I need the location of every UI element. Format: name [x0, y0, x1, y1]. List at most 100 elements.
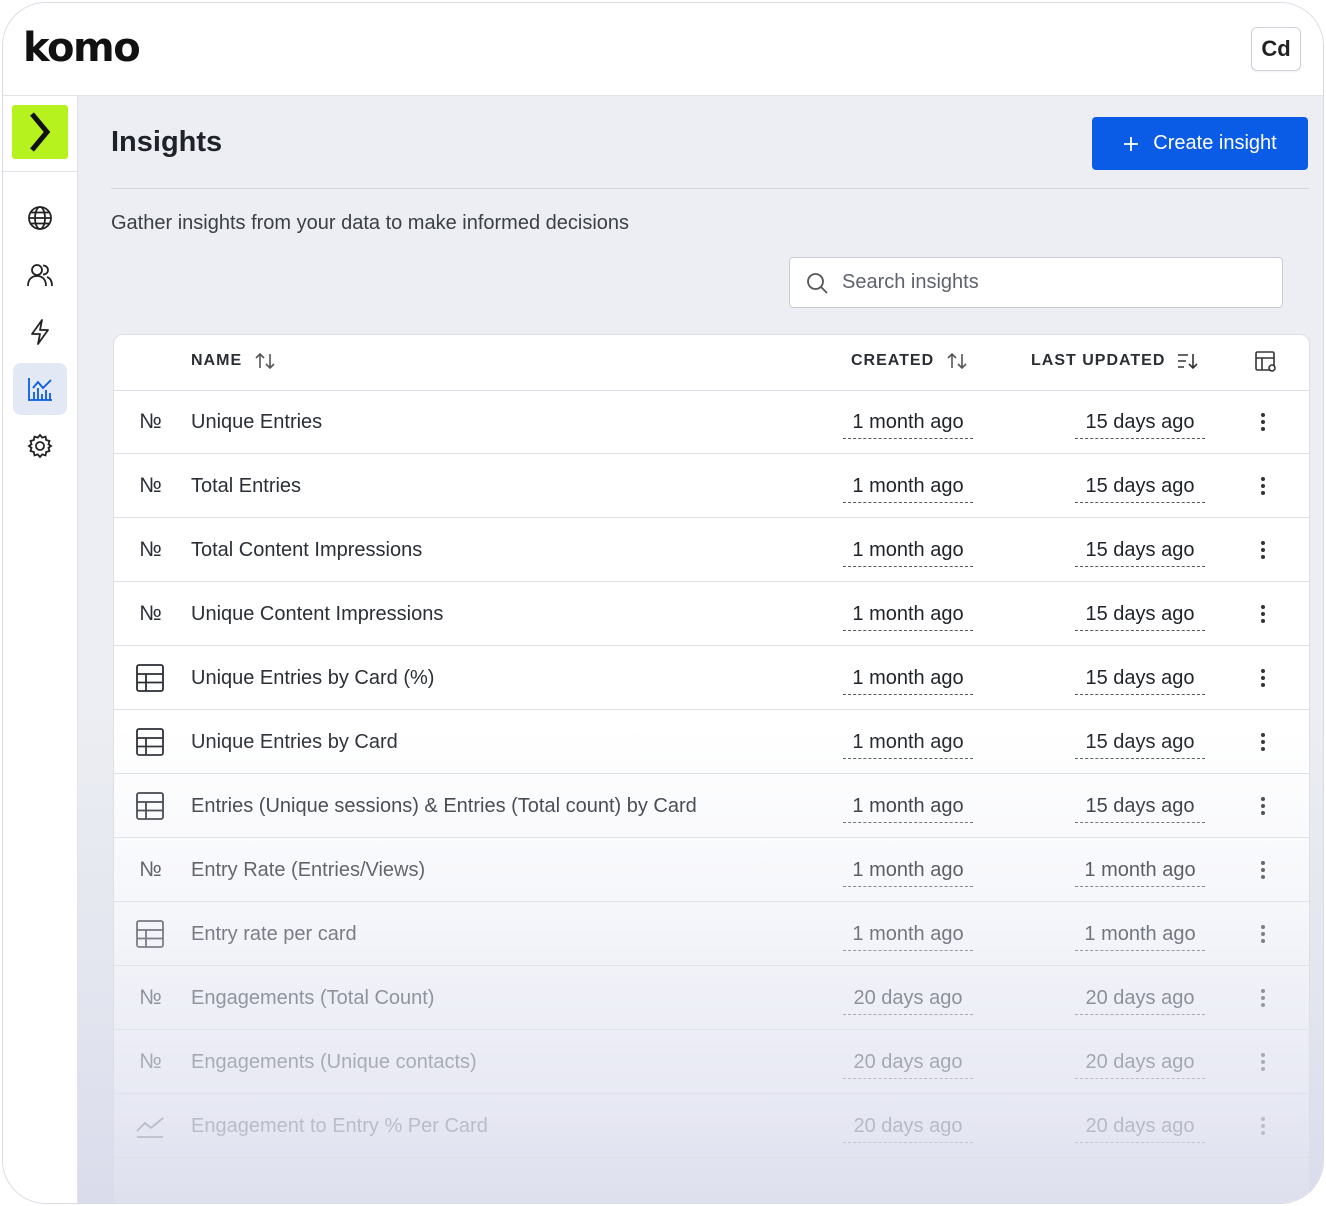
more-options-icon[interactable] [1252, 922, 1274, 946]
sidebar-item-insights[interactable] [13, 363, 67, 415]
insight-type: № [134, 984, 166, 1012]
last-updated-date: 1 month ago [1075, 923, 1205, 951]
insight-name[interactable]: Total Entries [191, 475, 301, 498]
more-options-icon[interactable] [1252, 410, 1274, 434]
last-updated-date: 15 days ago [1075, 539, 1205, 567]
more-options-icon[interactable] [1252, 666, 1274, 690]
sort-icon[interactable] [946, 352, 968, 370]
table-type-icon [135, 727, 165, 757]
created-date: 1 month ago [843, 603, 973, 631]
sidebar-item-contacts[interactable] [13, 249, 67, 301]
last-updated-date: 20 days ago [1075, 1115, 1205, 1143]
insight-name[interactable]: Total Content Impressions [191, 539, 422, 562]
komo-logo[interactable]: komo [23, 25, 141, 71]
table-row[interactable]: Entries (Unique sessions) & Entries (Tot… [114, 774, 1309, 838]
number-type-icon: № [139, 538, 162, 561]
more-options-icon[interactable] [1252, 858, 1274, 882]
title-divider [111, 188, 1309, 189]
search-icon [806, 272, 828, 294]
table-row[interactable]: № Total Entries 1 month ago 15 days ago [114, 454, 1309, 518]
insight-name[interactable]: Engagements (Unique contacts) [191, 1051, 477, 1074]
table-row[interactable]: Unique Entries by Card (%) 1 month ago 15 … [114, 646, 1309, 710]
search-input[interactable] [840, 270, 1264, 295]
gear-icon [27, 433, 53, 459]
page-title: Insights [111, 126, 223, 158]
created-date: 20 days ago [843, 1115, 973, 1143]
created-date: 1 month ago [843, 731, 973, 759]
more-options-icon[interactable] [1252, 986, 1274, 1010]
insight-type: № [134, 472, 166, 500]
user-avatar[interactable]: Cd [1251, 27, 1301, 71]
table-type-icon [135, 663, 165, 693]
insight-name[interactable]: Entry rate per card [191, 923, 357, 946]
number-type-icon: № [139, 410, 162, 433]
insight-type [134, 728, 166, 756]
column-header-name[interactable]: NAME [191, 352, 276, 370]
sort-icon[interactable] [254, 352, 276, 370]
sort-descending-icon[interactable] [1177, 352, 1199, 370]
table-row[interactable]: № Unique Entries 1 month ago 15 days ago [114, 390, 1309, 454]
insight-name[interactable]: Unique Entries [191, 411, 322, 434]
expand-sidebar-button[interactable] [12, 105, 68, 159]
more-options-icon[interactable] [1252, 794, 1274, 818]
last-updated-date: 20 days ago [1075, 987, 1205, 1015]
last-updated-date: 15 days ago [1075, 731, 1205, 759]
created-date: 1 month ago [843, 539, 973, 567]
table-row[interactable]: № Engagements (Unique contacts) 20 days ag… [114, 1030, 1309, 1094]
insight-type: № [134, 408, 166, 436]
insight-name[interactable]: Engagements (Total Count) [191, 987, 434, 1010]
insight-type: № [134, 600, 166, 628]
sidebar-item-settings[interactable] [13, 420, 67, 472]
created-date: 20 days ago [843, 1051, 973, 1079]
app-window: komo Cd Insights Create insight Gather i… [2, 2, 1324, 1204]
main-content: Insights Create insight Gather insights … [78, 96, 1323, 1203]
create-insight-button[interactable]: Create insight [1092, 117, 1308, 170]
more-options-icon[interactable] [1252, 474, 1274, 498]
table-row[interactable]: № Entry Rate (Entries/Views) 1 month ago 1 … [114, 838, 1309, 902]
table-row[interactable]: Engagement to Entry % Per Card 20 days ag… [114, 1094, 1309, 1158]
insight-name[interactable]: Entries (Unique sessions) & Entries (Tot… [191, 795, 697, 818]
more-options-icon[interactable] [1252, 1050, 1274, 1074]
more-options-icon[interactable] [1252, 538, 1274, 562]
table-row[interactable]: № Unique Content Impressions 1 month ago 15… [114, 582, 1309, 646]
created-date: 1 month ago [843, 475, 973, 503]
insight-type [134, 664, 166, 692]
created-date: 1 month ago [843, 859, 973, 887]
insight-name[interactable]: Unique Entries by Card (%) [191, 667, 434, 690]
insight-name[interactable]: Entry Rate (Entries/Views) [191, 859, 425, 882]
last-updated-date: 15 days ago [1075, 603, 1205, 631]
more-options-icon[interactable] [1252, 602, 1274, 626]
insight-type [134, 920, 166, 948]
table-row[interactable]: Entry rate per card 1 month ago 1 month ag… [114, 902, 1309, 966]
last-updated-date: 20 days ago [1075, 1051, 1205, 1079]
sidebar-item-automations[interactable] [13, 306, 67, 358]
line-chart-type-icon [135, 1113, 165, 1139]
insight-name[interactable]: Unique Content Impressions [191, 603, 443, 626]
table-row[interactable]: № Engagements (Total Count) 20 days ago 20 … [114, 966, 1309, 1030]
create-insight-label: Create insight [1153, 132, 1277, 154]
chart-icon [28, 378, 52, 401]
insight-name[interactable]: Unique Entries by Card [191, 731, 398, 754]
insight-type [134, 792, 166, 820]
table-row[interactable]: № Total Content Impressions 1 month ago 15 … [114, 518, 1309, 582]
table-row[interactable]: Unique Entries by Card 1 month ago 15 days… [114, 710, 1309, 774]
table-type-icon [135, 791, 165, 821]
more-options-icon[interactable] [1252, 730, 1274, 754]
insight-name[interactable]: Engagement to Entry % Per Card [191, 1115, 488, 1138]
users-icon [27, 264, 53, 287]
created-date: 20 days ago [843, 987, 973, 1015]
last-updated-date: 15 days ago [1075, 411, 1205, 439]
number-type-icon: № [139, 474, 162, 497]
last-updated-date: 15 days ago [1075, 667, 1205, 695]
sidebar-item-globe[interactable] [13, 192, 67, 244]
page-subtitle: Gather insights from your data to make i… [111, 212, 630, 234]
search-box[interactable] [789, 257, 1283, 308]
created-date: 1 month ago [843, 923, 973, 951]
column-header-last-updated[interactable]: LAST UPDATED [1031, 352, 1199, 370]
more-options-icon[interactable] [1252, 1114, 1274, 1138]
number-type-icon: № [139, 858, 162, 881]
insight-type: № [134, 1048, 166, 1076]
table-type-icon [135, 919, 165, 949]
column-header-created[interactable]: CREATED [851, 352, 968, 370]
table-settings-icon[interactable] [1254, 350, 1278, 379]
